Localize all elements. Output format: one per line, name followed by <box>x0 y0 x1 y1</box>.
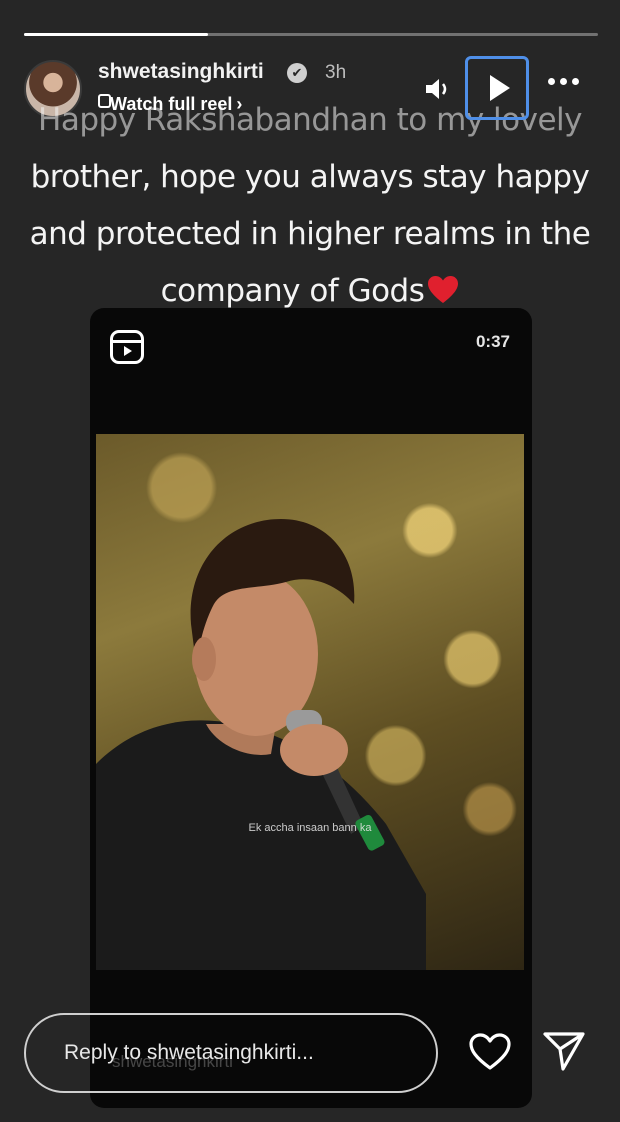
shared-reel-card[interactable]: 0:37 Ek accha insaan bann ka <box>90 308 532 1108</box>
play-icon <box>489 75 510 101</box>
watch-full-reel-label: Watch full reel <box>110 94 233 114</box>
story-progress-fill <box>24 33 208 36</box>
caption-line: company of Gods <box>160 273 425 309</box>
heart-emoji <box>428 276 459 303</box>
singer-image <box>96 519 426 970</box>
story-progress-bar <box>24 33 598 36</box>
chevron-right-icon: › <box>236 94 243 114</box>
heart-outline-icon[interactable] <box>468 1032 512 1072</box>
watermark-text: shwetasinghkirti <box>112 1052 233 1071</box>
story-username[interactable]: shwetasinghkirti <box>98 60 264 84</box>
reels-icon <box>110 330 144 364</box>
reel-video-thumbnail[interactable]: Ek accha insaan bann ka <box>96 434 524 970</box>
reel-duration: 0:37 <box>475 332 510 351</box>
play-button[interactable] <box>465 56 529 120</box>
verified-badge-icon: ✔ <box>287 63 307 83</box>
more-horizontal-icon[interactable] <box>548 78 579 85</box>
caption-line: and protected in higher realms in the <box>29 216 591 252</box>
speaker-icon[interactable] <box>424 76 452 102</box>
paper-plane-icon[interactable] <box>542 1030 586 1072</box>
reel-subtitle: Ek accha insaan bann ka <box>248 822 372 834</box>
watch-full-reel-link[interactable]: Watch full reel › <box>110 94 242 115</box>
caption-line: brother, hope you always stay happy <box>30 159 590 195</box>
story-caption: Happy Rakshabandhan to my lovely brother… <box>20 92 600 320</box>
story-timestamp: 3h <box>325 62 347 83</box>
